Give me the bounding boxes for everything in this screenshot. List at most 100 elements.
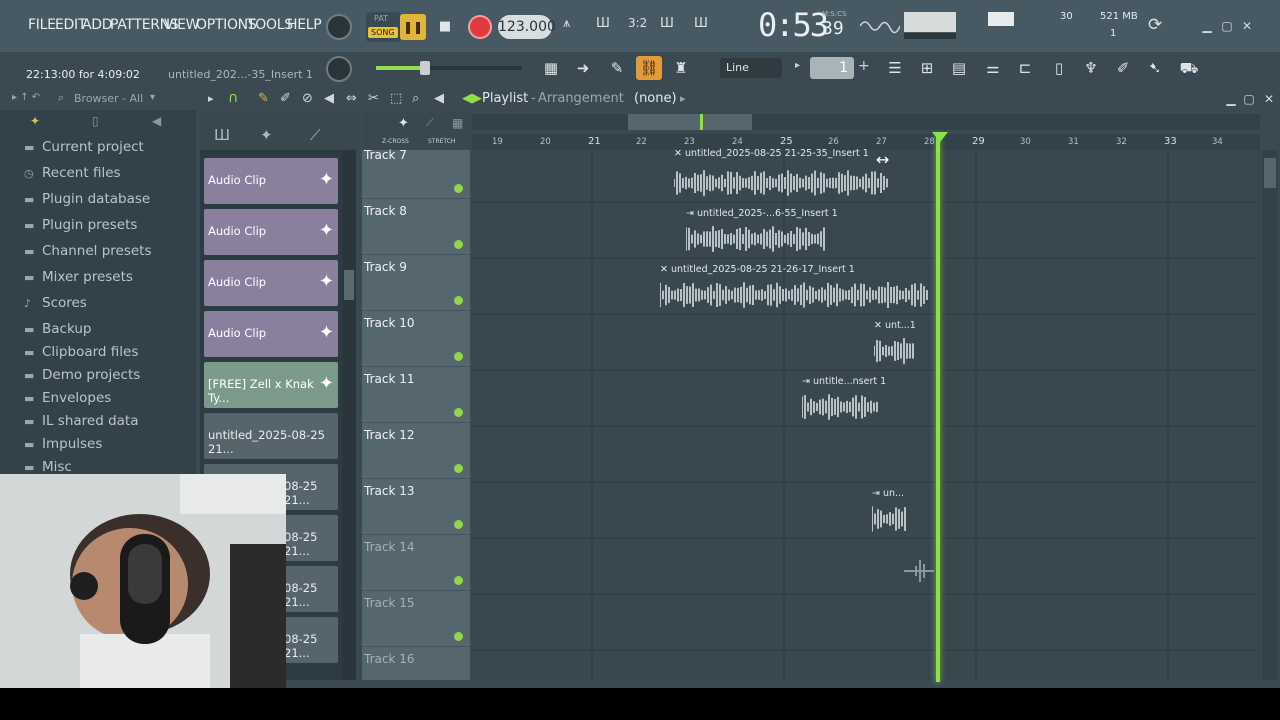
stamp-icon[interactable]: ♜ xyxy=(668,56,694,80)
overview-bar[interactable] xyxy=(472,114,1260,130)
timeline-ruler[interactable]: 19 20 21 22 23 24 25 26 27 28 29 30 31 32 33 34 xyxy=(472,134,1260,150)
curve-icon[interactable]: ⟋ xyxy=(310,126,321,144)
track-mute-led[interactable] xyxy=(454,184,463,193)
magnet-icon[interactable]: ∩ xyxy=(228,90,238,106)
track-mute-led[interactable] xyxy=(454,352,463,361)
star-icon[interactable]: ✦ xyxy=(30,114,40,128)
clip-source[interactable]: Audio Clip ✦ xyxy=(204,311,338,357)
track-mute-led[interactable] xyxy=(454,408,463,417)
pat-song-toggle[interactable]: PAT SONG xyxy=(366,12,400,42)
mute-icon[interactable]: ◀ xyxy=(324,91,334,106)
step-left-icon[interactable]: ▸ xyxy=(795,60,805,76)
link-icon[interactable]: ⛓ xyxy=(636,56,662,80)
grid-icon[interactable]: ▦ xyxy=(452,116,463,130)
zoom-icon[interactable]: ⌕ xyxy=(412,91,419,106)
track-mute-led[interactable] xyxy=(454,576,463,585)
mixer-icon[interactable]: ⚌ xyxy=(980,56,1006,80)
menu-add[interactable]: ADD xyxy=(82,17,113,33)
playlist-arrow-icon[interactable]: ▸ xyxy=(208,92,214,105)
track-mute-led[interactable] xyxy=(454,296,463,305)
track-name[interactable]: Track 11 xyxy=(364,372,414,386)
arrow-right-icon[interactable]: ➜ xyxy=(570,56,596,80)
clip-source[interactable]: Audio Clip ✦ xyxy=(204,260,338,306)
menu-tools[interactable]: TOOLS xyxy=(247,17,293,33)
browser-tree-icon[interactable]: ⊏ xyxy=(1012,56,1038,80)
clip-add-icon[interactable]: ✦ xyxy=(319,322,334,343)
piano-roll-icon[interactable]: ▤ xyxy=(946,56,972,80)
slider-handle[interactable] xyxy=(420,61,430,75)
playlist-icon[interactable]: ▦ xyxy=(538,56,564,80)
track-name[interactable]: Track 7 xyxy=(364,148,407,162)
browser-item[interactable]: ▬ Mixer presets xyxy=(24,268,133,286)
record-icon[interactable] xyxy=(468,15,492,39)
track-name[interactable]: Track 16 xyxy=(364,652,414,666)
track-name[interactable]: Track 15 xyxy=(364,596,414,610)
stop-icon[interactable]: ■ xyxy=(434,14,456,40)
browser-item[interactable]: ▬ Plugin presets xyxy=(24,216,137,234)
wand-icon[interactable]: ⟋ xyxy=(426,116,434,130)
playlist-minimize-icon[interactable]: ▁ xyxy=(1222,90,1240,108)
close-icon[interactable]: ✕ xyxy=(1238,17,1256,35)
pattern-arrow-icon[interactable]: ▸ xyxy=(680,92,686,105)
clip-source[interactable]: Audio Clip ✦ xyxy=(204,158,338,204)
browser-item[interactable]: ◷ Recent files xyxy=(24,164,121,182)
file-tab-icon[interactable]: ▯ xyxy=(92,114,99,128)
browser-item[interactable]: ▬ Plugin database xyxy=(24,190,150,208)
playback-icon[interactable]: ◀ xyxy=(434,91,444,106)
track-name[interactable]: Track 9 xyxy=(364,260,407,274)
browser-item[interactable]: ▬ Clipboard files xyxy=(24,343,138,361)
track-mute-led[interactable] xyxy=(454,464,463,473)
browser-item[interactable]: ▬ IL shared data xyxy=(24,412,138,430)
browser-item[interactable]: ▬ Demo projects xyxy=(24,366,140,384)
browser-item[interactable]: ♪ Scores xyxy=(24,294,87,312)
track-name[interactable]: Track 8 xyxy=(364,204,407,218)
browser-item[interactable]: ▬ Channel presets xyxy=(24,242,152,260)
clip-source[interactable]: [FREE] Zell x Knak Ty... ✦ xyxy=(204,362,338,408)
track-name[interactable]: Track 13 xyxy=(364,484,414,498)
maximize-icon[interactable]: ▢ xyxy=(1218,17,1236,35)
blend-notes-icon[interactable]: Ш xyxy=(660,16,684,36)
countdown-icon[interactable]: 3:2 xyxy=(628,16,652,36)
tracks-icon[interactable]: ☰ xyxy=(882,56,908,80)
feather-icon[interactable]: ➷ xyxy=(1142,56,1168,80)
slip-icon[interactable]: ⇔ xyxy=(346,91,357,106)
menu-help[interactable]: HELP xyxy=(287,17,322,33)
track-name[interactable]: Track 14 xyxy=(364,540,414,554)
clip-add-icon[interactable]: ✦ xyxy=(319,220,334,241)
playlist-grid[interactable] xyxy=(472,150,1260,707)
tempo-display[interactable]: 123.000 xyxy=(498,15,556,39)
pencil-icon[interactable]: ✎ xyxy=(604,56,630,80)
track-mute-led[interactable] xyxy=(454,632,463,641)
refresh-icon[interactable]: ⟳ xyxy=(1148,15,1170,37)
step-field[interactable]: 1 xyxy=(810,57,854,79)
master-pitch-knob[interactable] xyxy=(326,56,352,82)
plugin-icon[interactable]: ♆ xyxy=(1078,56,1104,80)
cart-icon[interactable]: ⛟ xyxy=(1176,56,1202,80)
playhead-marker[interactable] xyxy=(932,132,948,142)
clip-add-icon[interactable]: ✦ xyxy=(319,271,334,292)
delete-icon[interactable]: ⊘ xyxy=(302,91,313,106)
browser-item[interactable]: ▬ Backup xyxy=(24,320,92,338)
draw-icon[interactable]: ✎ xyxy=(258,91,269,106)
wait-input-icon[interactable]: Ш xyxy=(596,16,620,36)
playhead[interactable] xyxy=(936,134,940,682)
select-icon[interactable]: ⬚ xyxy=(390,91,402,106)
tool-icon[interactable]: ✦ xyxy=(398,116,409,131)
file-icon[interactable]: ▯ xyxy=(1046,56,1072,80)
channel-rack-icon[interactable]: ⊞ xyxy=(914,56,940,80)
browser-search-icon[interactable]: ⌕ xyxy=(58,91,64,105)
minimize-icon[interactable]: ▁ xyxy=(1198,17,1216,35)
menu-file[interactable]: FILE xyxy=(28,17,56,33)
snap-select[interactable]: Line xyxy=(720,58,782,78)
track-name[interactable]: Track 12 xyxy=(364,428,414,442)
browser-item[interactable]: ▬ Impulses xyxy=(24,435,102,453)
browser-item[interactable]: ▬ Envelopes xyxy=(24,389,111,407)
playlist-nav-icon[interactable]: ◀▶ xyxy=(462,91,482,106)
speaker-icon[interactable]: ◀ xyxy=(152,114,161,128)
browser-filter-icon[interactable]: ▾ xyxy=(150,92,155,103)
track-mute-led[interactable] xyxy=(454,240,463,249)
pattern-selector[interactable]: (none) xyxy=(634,91,677,106)
clip-list-scrollbar[interactable] xyxy=(342,150,356,680)
metronome-icon[interactable]: ⩚ xyxy=(563,16,587,36)
slice-icon[interactable]: ✂ xyxy=(368,91,379,106)
